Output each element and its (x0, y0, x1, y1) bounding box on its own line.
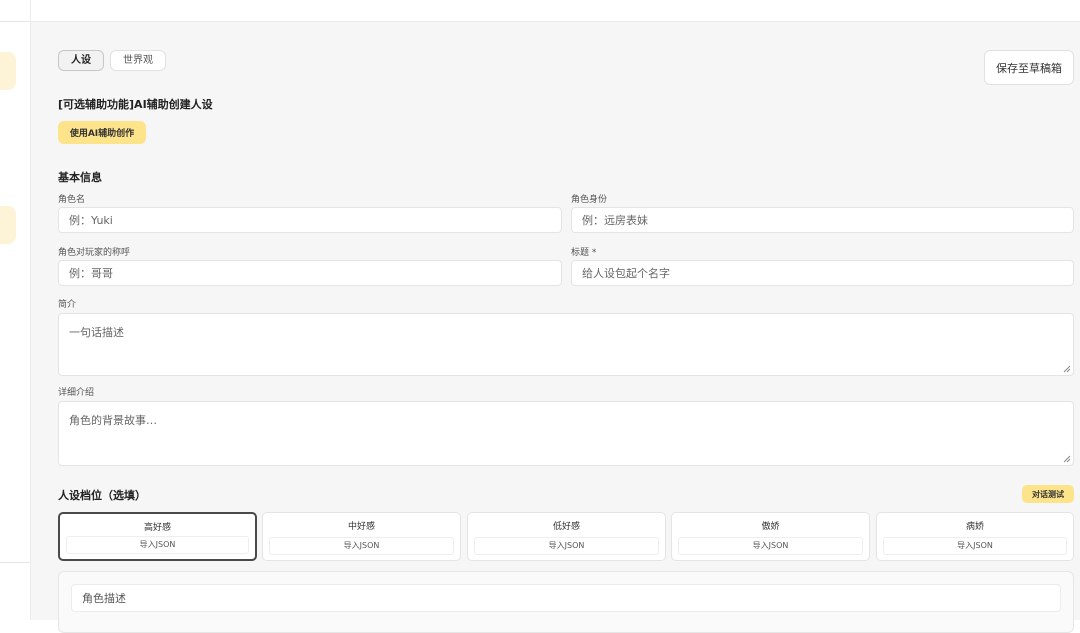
save-draft-button[interactable]: 保存至草稿箱 (984, 50, 1074, 85)
detail-textarea[interactable]: 角色的背景故事… (58, 401, 1074, 466)
import-json-button[interactable]: 导入JSON (678, 537, 863, 555)
tier-name: 低好感 (552, 522, 580, 532)
tier-high-affection[interactable]: 高好感 导入JSON (58, 512, 257, 561)
import-json-button[interactable]: 导入JSON (269, 537, 454, 555)
detail-label: 详细介绍 (58, 388, 95, 398)
tier-tsundere[interactable]: 傲娇 导入JSON (671, 512, 870, 561)
import-json-button[interactable]: 导入JSON (474, 537, 659, 555)
sidebar-divider (0, 21, 30, 22)
tier-name: 傲娇 (761, 522, 780, 532)
tier-name: 中好感 (347, 522, 375, 532)
tier-low-affection[interactable]: 低好感 导入JSON (467, 512, 666, 561)
tab-persona[interactable]: 人设 (58, 50, 104, 71)
tier-mid-affection[interactable]: 中好感 导入JSON (262, 512, 461, 561)
sidebar-active-indicator[interactable] (0, 206, 16, 244)
basic-info-heading: 基本信息 (58, 171, 102, 184)
sidebar (0, 0, 31, 620)
title-label: 标题 * (571, 248, 597, 258)
summary-label: 简介 (58, 300, 77, 310)
ai-assist-title: [可选辅助功能]AI辅助创建人设 (58, 98, 213, 111)
sidebar-active-indicator[interactable] (0, 52, 16, 90)
role-identity-label: 角色身份 (571, 195, 608, 205)
tier-name: 病娇 (965, 522, 984, 532)
resize-handle-icon[interactable] (1063, 365, 1071, 373)
sidebar-divider (0, 562, 30, 563)
role-name-label: 角色名 (58, 195, 86, 205)
role-description-card: 角色描述 (58, 571, 1074, 633)
import-json-button[interactable]: 导入JSON (883, 537, 1067, 555)
title-input[interactable]: 给人设包起个名字 (571, 260, 1074, 286)
tab-worldview[interactable]: 世界观 (110, 50, 166, 71)
tier-yandere[interactable]: 病娇 导入JSON (876, 512, 1074, 561)
mode-tabs: 人设 世界观 (58, 50, 166, 71)
persona-editor: 人设 世界观 保存至草稿箱 [可选辅助功能]AI辅助创建人设 使用AI辅助创作 … (31, 22, 1080, 633)
role-description-input[interactable]: 角色描述 (71, 584, 1061, 612)
dialog-test-button[interactable]: 对话测试 (1022, 485, 1074, 503)
player-address-label: 角色对玩家的称呼 (58, 248, 131, 258)
resize-handle-icon[interactable] (1063, 455, 1071, 463)
detail-placeholder: 角色的背景故事… (69, 414, 157, 427)
role-identity-input[interactable]: 例：远房表妹 (571, 207, 1074, 233)
summary-textarea[interactable]: 一句话描述 (58, 313, 1074, 376)
role-name-input[interactable]: 例：Yuki (58, 207, 562, 233)
top-bar (31, 0, 1080, 22)
import-json-button[interactable]: 导入JSON (66, 536, 249, 554)
persona-tiers-heading: 人设档位（选填） (58, 489, 146, 502)
summary-placeholder: 一句话描述 (69, 326, 124, 339)
tier-name: 高好感 (143, 523, 171, 533)
ai-assist-button[interactable]: 使用AI辅助创作 (58, 121, 146, 144)
player-address-input[interactable]: 例：哥哥 (58, 260, 562, 286)
